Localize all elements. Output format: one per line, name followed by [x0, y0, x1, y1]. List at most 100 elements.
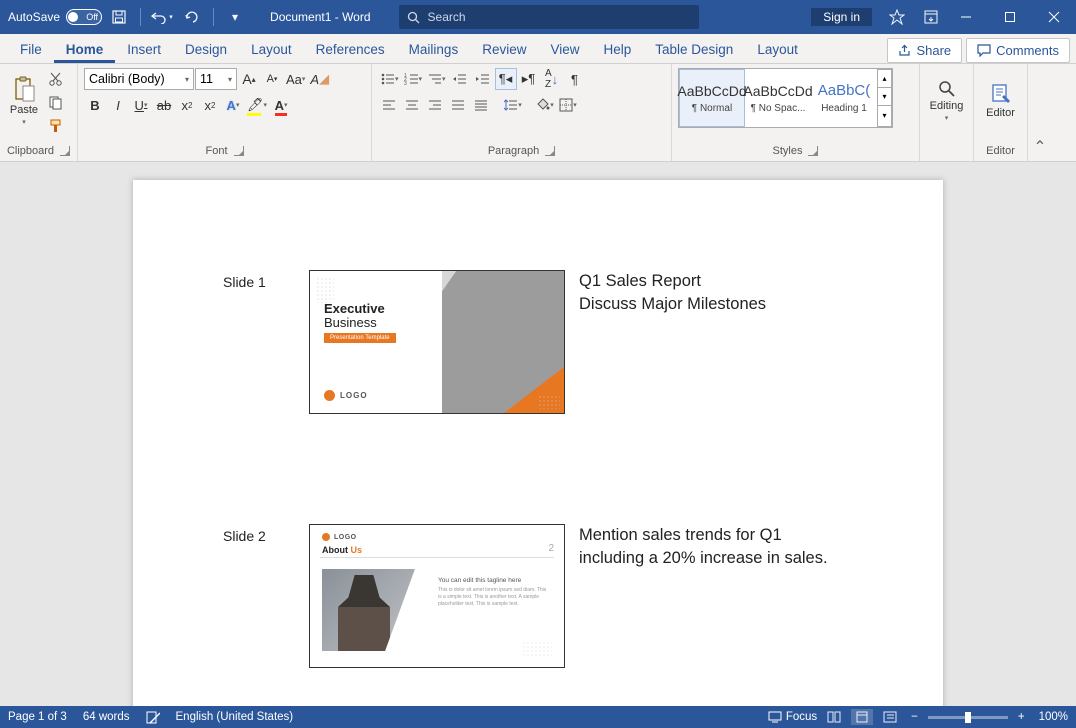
tab-references[interactable]: References — [304, 36, 397, 63]
grow-font-button[interactable]: A▴ — [238, 68, 260, 90]
slide-row-1: Slide 1 Executive Business Presentation … — [203, 270, 873, 414]
zoom-in-button[interactable]: + — [1014, 711, 1029, 723]
format-painter-button[interactable] — [44, 114, 66, 136]
paragraph-dialog-launcher[interactable] — [545, 146, 555, 156]
minimize-button[interactable] — [944, 0, 988, 34]
status-page[interactable]: Page 1 of 3 — [8, 711, 67, 723]
autosave-label: AutoSave — [8, 10, 60, 24]
share-button[interactable]: Share — [887, 38, 962, 63]
proofing-icon[interactable] — [146, 710, 160, 724]
status-words[interactable]: 64 words — [83, 711, 130, 723]
status-language[interactable]: English (United States) — [176, 711, 294, 723]
autosave-toggle[interactable]: Off — [66, 9, 102, 25]
change-case-button[interactable]: Aa▾ — [284, 68, 307, 90]
tab-help[interactable]: Help — [592, 36, 644, 63]
tab-design[interactable]: Design — [173, 36, 239, 63]
document-workspace[interactable]: Slide 1 Executive Business Presentation … — [0, 162, 1076, 706]
collapse-ribbon-button[interactable]: ⌃ — [1028, 64, 1052, 161]
slide-1-notes[interactable]: Q1 Sales Report Discuss Major Milestones — [579, 270, 766, 316]
borders-button[interactable]: ▾ — [557, 94, 579, 116]
bullets-icon — [380, 72, 395, 86]
focus-mode-button[interactable]: Focus — [768, 711, 817, 723]
shrink-font-button[interactable]: A▾ — [261, 68, 283, 90]
subscript-button[interactable]: x2 — [176, 94, 198, 116]
bullets-button[interactable]: ▾ — [378, 68, 401, 90]
zoom-level[interactable]: 100% — [1039, 711, 1068, 723]
superscript-button[interactable]: x2 — [199, 94, 221, 116]
slide-2-thumbnail[interactable]: LOGO About Us 2 You can edit this taglin… — [309, 524, 565, 668]
tab-insert[interactable]: Insert — [115, 36, 173, 63]
tab-review[interactable]: Review — [470, 36, 538, 63]
italic-button[interactable]: I — [107, 94, 129, 116]
editor-button[interactable]: Editor — [980, 68, 1021, 134]
group-editor: Editor Editor — [974, 64, 1028, 161]
show-marks-button[interactable]: ¶ — [564, 68, 586, 90]
shading-button[interactable]: ▾ — [534, 94, 556, 116]
style-normal[interactable]: AaBbCcDd¶ Normal — [679, 69, 745, 127]
coming-soon-icon[interactable] — [884, 4, 910, 30]
align-right-button[interactable] — [424, 94, 446, 116]
clipboard-dialog-launcher[interactable] — [60, 146, 70, 156]
search-box[interactable]: Search — [399, 5, 699, 29]
distributed-button[interactable] — [470, 94, 492, 116]
tab-table-layout[interactable]: Layout — [745, 36, 810, 63]
zoom-slider[interactable] — [928, 716, 1008, 719]
tab-table-design[interactable]: Table Design — [643, 36, 745, 63]
comments-button[interactable]: Comments — [966, 38, 1070, 63]
tab-view[interactable]: View — [538, 36, 591, 63]
editing-button[interactable]: Editing ▾ — [926, 68, 967, 134]
decrease-indent-button[interactable] — [449, 68, 471, 90]
justify-button[interactable] — [447, 94, 469, 116]
slide-2-notes[interactable]: Mention sales trends for Q1 including a … — [579, 524, 829, 570]
search-placeholder: Search — [428, 10, 466, 24]
copy-button[interactable] — [44, 91, 66, 113]
font-color-button[interactable]: A▾ — [270, 94, 292, 116]
styles-dialog-launcher[interactable] — [808, 146, 818, 156]
undo-button[interactable]: ▾ — [149, 4, 175, 30]
group-styles: AaBbCcDd¶ Normal AaBbCcDd¶ No Spac... Aa… — [672, 64, 920, 161]
cut-button[interactable] — [44, 68, 66, 90]
numbering-button[interactable]: 123▾ — [402, 68, 425, 90]
paste-button[interactable]: Paste ▾ — [6, 68, 42, 134]
rtl-button[interactable]: ▸¶ — [518, 68, 540, 90]
text-effects-button[interactable]: A▾ — [222, 94, 244, 116]
copy-icon — [48, 95, 63, 110]
align-center-button[interactable] — [401, 94, 423, 116]
zoom-out-button[interactable]: − — [907, 711, 922, 723]
multilevel-list-button[interactable]: ▾ — [425, 68, 448, 90]
sign-in-button[interactable]: Sign in — [811, 8, 872, 26]
save-icon[interactable] — [106, 4, 132, 30]
style-no-spacing[interactable]: AaBbCcDd¶ No Spac... — [745, 69, 811, 127]
underline-button[interactable]: U▾ — [130, 94, 152, 116]
font-family-combo[interactable]: Calibri (Body)▾ — [84, 68, 194, 90]
maximize-button[interactable] — [988, 0, 1032, 34]
style-heading-1[interactable]: AaBbC(Heading 1 — [811, 69, 877, 127]
sort-button[interactable]: AZ↓ — [541, 68, 563, 90]
highlight-button[interactable]: 🖊▾ — [245, 94, 269, 116]
clear-formatting-button[interactable]: A◢ — [308, 68, 331, 90]
increase-indent-button[interactable] — [472, 68, 494, 90]
align-left-button[interactable] — [378, 94, 400, 116]
slide-1-thumbnail[interactable]: Executive Business Presentation Template… — [309, 270, 565, 414]
close-button[interactable] — [1032, 0, 1076, 34]
read-mode-button[interactable] — [823, 709, 845, 725]
redo-button[interactable] — [179, 4, 205, 30]
web-layout-button[interactable] — [879, 709, 901, 725]
font-size-combo[interactable]: 11▾ — [195, 68, 237, 90]
ribbon-options-icon[interactable] — [918, 4, 944, 30]
slide-row-2: Slide 2 LOGO About Us 2 You can edit thi… — [203, 524, 873, 668]
tab-mailings[interactable]: Mailings — [397, 36, 471, 63]
document-title: Document1 - Word — [270, 10, 370, 24]
tab-home[interactable]: Home — [54, 36, 116, 63]
styles-gallery-scroller[interactable]: ▴▾▾ — [877, 69, 892, 127]
font-dialog-launcher[interactable] — [234, 146, 244, 156]
print-layout-button[interactable] — [851, 709, 873, 725]
tab-file[interactable]: File — [8, 36, 54, 63]
tab-layout[interactable]: Layout — [239, 36, 304, 63]
bold-button[interactable]: B — [84, 94, 106, 116]
autosave-control[interactable]: AutoSave Off — [8, 9, 102, 25]
line-spacing-button[interactable]: ▾ — [502, 94, 524, 116]
strikethrough-button[interactable]: ab — [153, 94, 175, 116]
ltr-button[interactable]: ¶◂ — [495, 68, 517, 90]
customize-qat-button[interactable]: ▾ — [222, 4, 248, 30]
